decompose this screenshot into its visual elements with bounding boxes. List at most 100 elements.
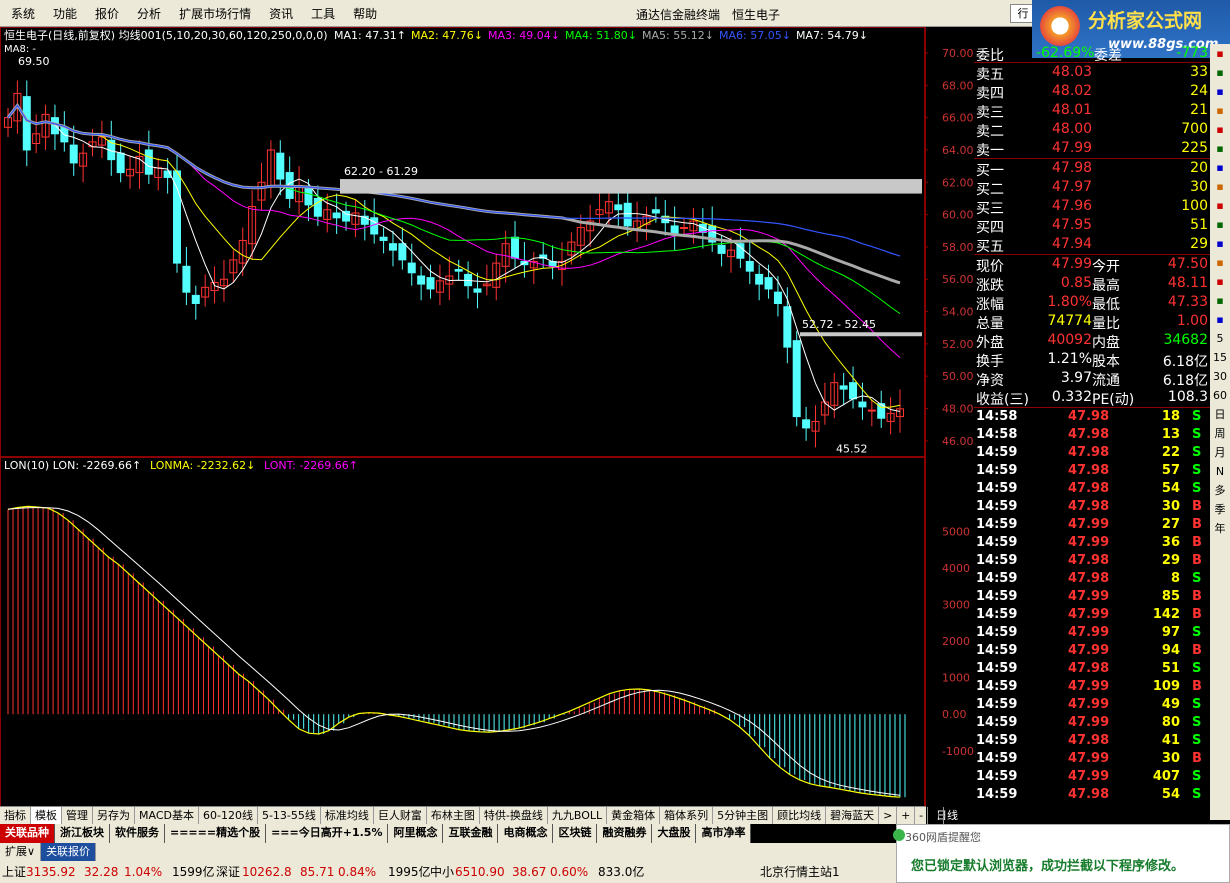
buy-level[interactable]: 买四 47.95 51 — [974, 216, 1210, 236]
period-button-4[interactable]: 日 — [1210, 405, 1230, 424]
block-tab-11[interactable]: 高市净率 — [696, 824, 752, 843]
template-tab-7[interactable]: 标准均线 — [321, 807, 374, 824]
related-quote-tab[interactable]: 关联报价 — [41, 843, 97, 861]
kline-chart[interactable]: 恒生电子(日线,前复权) 均线001(5,10,20,30,60,120,250… — [0, 27, 926, 820]
menu-quote[interactable]: 报价 — [88, 5, 130, 22]
security-popup[interactable]: 360网盾提醒您 您已锁定默认浏览器，成功拦截以下程序修改。 — [893, 824, 1230, 883]
tab-control-3[interactable]: 0 — [928, 807, 945, 824]
template-tab-6[interactable]: 5-13-55线 — [258, 807, 321, 824]
template-tab-1[interactable]: 模板 — [31, 807, 62, 824]
status-item-1: 3135.92 — [26, 865, 76, 879]
tick-price: 47.98 — [1068, 463, 1110, 478]
tool-icon[interactable]: ▪ — [1210, 196, 1230, 215]
template-tab-2[interactable]: 管理 — [62, 807, 93, 824]
block-tab-0[interactable]: 关联品种 — [0, 824, 55, 843]
menu-analysis[interactable]: 分析 — [130, 5, 172, 22]
block-tab-9[interactable]: 融资融券 — [597, 824, 653, 843]
menu-system[interactable]: 系统 — [4, 5, 46, 22]
period-button-3[interactable]: 60 — [1210, 386, 1230, 405]
sell-level[interactable]: 卖二 48.00 700 — [974, 120, 1210, 140]
block-tab-7[interactable]: 电商概念 — [498, 824, 554, 843]
period-button-9[interactable]: 季 — [1210, 500, 1230, 519]
buy-level[interactable]: 买三 47.96 100 — [974, 197, 1210, 217]
buy-level[interactable]: 买五 47.94 29 — [974, 235, 1210, 255]
template-tab-12[interactable]: 黄金箱体 — [607, 807, 661, 824]
template-tab-10[interactable]: 特供-换盘线 — [480, 807, 548, 824]
template-tab-8[interactable]: 巨人财富 — [374, 807, 427, 824]
block-tab-8[interactable]: 区块链 — [553, 824, 598, 843]
template-tab-4[interactable]: MACD基本 — [135, 807, 199, 824]
template-tab-0[interactable]: 指标 — [0, 807, 31, 824]
tab-control-1[interactable]: + — [897, 807, 916, 824]
period-button-7[interactable]: N — [1210, 462, 1230, 481]
tool-icon[interactable]: ▪ — [1210, 63, 1230, 82]
tick-list[interactable]: 14:58 47.98 18 S 14:58 47.98 13 S 14:59 47.98 22 S 1… — [974, 408, 1210, 804]
template-tab-13[interactable]: 箱体系列 — [660, 807, 714, 824]
tool-icon[interactable]: ▪ — [1210, 177, 1230, 196]
tick-side: S — [1192, 715, 1202, 730]
tool-icon[interactable]: ▪ — [1210, 44, 1230, 63]
period-button-10[interactable]: 年 — [1210, 519, 1230, 538]
template-tab-15[interactable]: 顾比均线 — [773, 807, 827, 824]
template-tab-9[interactable]: 布林主图 — [427, 807, 480, 824]
block-tab-2[interactable]: 软件服务 — [110, 824, 165, 843]
tick-time: 14:59 — [976, 607, 1018, 622]
template-tab-5[interactable]: 60-120线 — [199, 807, 258, 824]
period-button-1[interactable]: 15 — [1210, 348, 1230, 367]
tool-icon[interactable]: ▪ — [1210, 310, 1230, 329]
tick-volume: 27 — [1161, 517, 1180, 532]
block-tab-3[interactable]: =====精选个股 — [165, 824, 267, 843]
tool-icon[interactable]: ▪ — [1210, 215, 1230, 234]
menu-function[interactable]: 功能 — [46, 5, 88, 22]
period-button-8[interactable]: 多 — [1210, 481, 1230, 500]
menu-tools[interactable]: 工具 — [304, 5, 346, 22]
sell-level[interactable]: 卖一 47.99 225 — [974, 139, 1210, 159]
sell-level[interactable]: 卖四 48.02 24 — [974, 82, 1210, 102]
block-tab-5[interactable]: 阿里概念 — [388, 824, 444, 843]
tab-control-0[interactable]: > — [879, 807, 898, 824]
status-item-0: 上证 — [2, 865, 27, 879]
extend-toggle[interactable]: 扩展∨ — [0, 843, 42, 861]
tool-icon[interactable]: ▪ — [1210, 82, 1230, 101]
block-tab-1[interactable]: 浙江板块 — [55, 824, 110, 843]
tool-icon[interactable]: ▪ — [1210, 272, 1230, 291]
tick-side: S — [1192, 571, 1202, 586]
tick-price: 47.99 — [1068, 679, 1110, 694]
period-button-5[interactable]: 周 — [1210, 424, 1230, 443]
stat-key: 流通 — [1092, 373, 1120, 389]
template-tab-11[interactable]: 九九BOLL — [548, 807, 608, 824]
period-button-2[interactable]: 30 — [1210, 367, 1230, 386]
price-axis: 70.00 68.00 66.00 64.00 62.00 60.00 58.00 56.00… — [924, 27, 974, 820]
period-button-6[interactable]: 月 — [1210, 443, 1230, 462]
lon-tick-label: 3000 — [942, 598, 970, 611]
tool-icon[interactable]: ▪ — [1210, 291, 1230, 310]
tool-icon[interactable]: ▪ — [1210, 158, 1230, 177]
buy-level[interactable]: 买一 47.98 20 — [974, 159, 1210, 179]
block-tab-10[interactable]: 大盘股 — [652, 824, 697, 843]
buy-level[interactable]: 买二 47.97 30 — [974, 178, 1210, 198]
tool-icon[interactable]: ▪ — [1210, 234, 1230, 253]
menu-news[interactable]: 资讯 — [262, 5, 304, 22]
level-price: 48.03 — [1052, 64, 1093, 80]
stat-row: 现价 47.99 今开 47.50 — [974, 255, 1210, 275]
menu-extended-market[interactable]: 扩展市场行情 — [172, 5, 262, 22]
tool-icon[interactable]: ▪ — [1210, 139, 1230, 158]
tick-price: 47.99 — [1068, 517, 1110, 532]
tool-icon[interactable]: ▪ — [1210, 253, 1230, 272]
tab-control-2[interactable]: - — [915, 807, 929, 824]
template-tab-14[interactable]: 5分钟主图 — [713, 807, 774, 824]
stat-value: 1.21% — [1047, 351, 1092, 367]
tool-icon[interactable]: ▪ — [1210, 101, 1230, 120]
tick-price: 47.98 — [1068, 445, 1110, 460]
sell-level[interactable]: 卖五 48.03 33 — [974, 63, 1210, 83]
level-label: 买一 — [976, 163, 1004, 179]
period-button-0[interactable]: 5 — [1210, 329, 1230, 348]
menu-help[interactable]: 帮助 — [346, 5, 388, 22]
price-tick-label: 56.00 — [942, 273, 974, 286]
template-tab-16[interactable]: 碧海蓝天 — [826, 807, 880, 824]
template-tab-3[interactable]: 另存为 — [93, 807, 135, 824]
sell-level[interactable]: 卖三 48.01 21 — [974, 101, 1210, 121]
block-tab-6[interactable]: 互联金融 — [443, 824, 499, 843]
tool-icon[interactable]: ▪ — [1210, 120, 1230, 139]
block-tab-4[interactable]: ===今日高开+1.5% — [266, 824, 389, 843]
